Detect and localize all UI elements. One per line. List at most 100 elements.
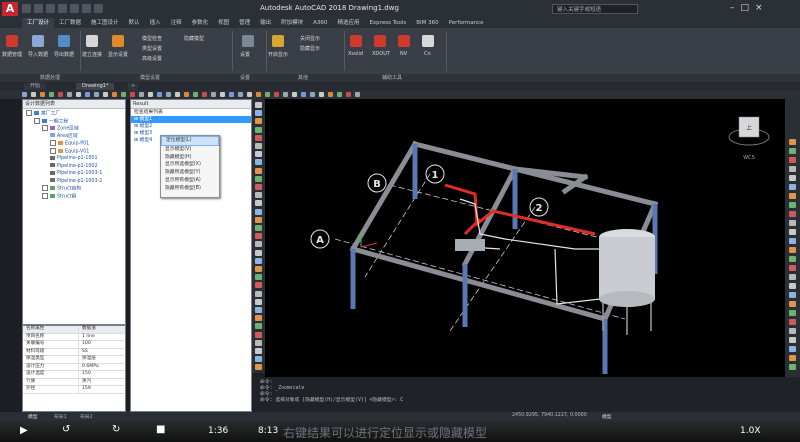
tool-icon[interactable] xyxy=(255,208,262,215)
nav-tool-icon[interactable] xyxy=(789,274,796,280)
tool-icon[interactable] xyxy=(255,233,262,240)
context-menu-item[interactable]: 显示所选模型(X) xyxy=(161,161,219,169)
ribbon-tab[interactable]: BIM 360 xyxy=(411,18,443,28)
props-row[interactable]: 材料等级 SS xyxy=(23,348,125,356)
toolbar-tool-icon[interactable] xyxy=(157,92,162,97)
tool-icon[interactable] xyxy=(255,315,262,322)
tree-item[interactable]: Struct钢 xyxy=(23,192,125,201)
props-row[interactable]: 项目名称 1 line xyxy=(23,333,125,341)
toolbar-tool-icon[interactable] xyxy=(256,92,261,97)
toolbar-tool-icon[interactable] xyxy=(139,92,144,97)
tool-icon[interactable] xyxy=(255,249,262,256)
saveas-icon[interactable] xyxy=(58,4,67,13)
nav-tool-icon[interactable] xyxy=(789,247,796,253)
nav-tool-icon[interactable] xyxy=(789,229,796,235)
layout-tab-2[interactable]: 布局2 xyxy=(80,413,93,420)
nav-tool-icon[interactable] xyxy=(789,157,796,163)
toolbar-tool-icon[interactable] xyxy=(49,92,54,97)
nav-tool-icon[interactable] xyxy=(789,265,796,271)
nav-tool-icon[interactable] xyxy=(789,301,796,307)
new-icon[interactable] xyxy=(22,4,31,13)
import-label[interactable]: 导入数据 xyxy=(28,51,48,58)
tool-icon[interactable] xyxy=(255,102,262,108)
tool-icon[interactable] xyxy=(255,266,262,272)
xsolid-icon[interactable] xyxy=(350,35,362,47)
autocad-logo-icon[interactable]: A xyxy=(2,2,18,16)
nav-tool-icon[interactable] xyxy=(789,139,796,145)
props-row[interactable]: 关联编号 100 xyxy=(23,341,125,349)
tool-icon[interactable] xyxy=(255,159,262,166)
model-viewport[interactable]: A B 1 2 上 WCS xyxy=(265,99,785,377)
expand-toggle-icon[interactable] xyxy=(50,140,56,146)
show-off-button[interactable]: 关闭显示 xyxy=(300,35,320,42)
playback-speed[interactable]: 1.0X xyxy=(740,426,760,436)
play-icon[interactable]: ▶ xyxy=(20,425,28,436)
ribbon-tab[interactable]: 精选应用 xyxy=(332,18,364,28)
search-input[interactable]: 键入关键字或短语 xyxy=(552,4,638,14)
xdout-label[interactable]: XDOUT xyxy=(372,51,390,57)
file-tab-start[interactable]: 开始 xyxy=(24,83,47,90)
prop-value[interactable]: 保温层 xyxy=(79,356,96,363)
nav-tool-icon[interactable] xyxy=(789,364,796,370)
prop-value[interactable]: 150 xyxy=(79,371,91,378)
volume-icon[interactable]: ■ xyxy=(156,424,165,435)
nav-tool-icon[interactable] xyxy=(789,319,796,325)
tool-icon[interactable] xyxy=(255,364,262,371)
nav-tool-icon[interactable] xyxy=(789,238,796,244)
maximize-icon[interactable]: □ xyxy=(741,3,750,13)
nav-tool-icon[interactable] xyxy=(789,355,796,361)
data-manage-label[interactable]: 数据管理 xyxy=(2,51,22,58)
tool-icon[interactable] xyxy=(255,339,262,346)
toolbar-tool-icon[interactable] xyxy=(355,92,360,97)
model-check-button[interactable]: 模型检查 xyxy=(142,35,162,42)
toolbar-tool-icon[interactable] xyxy=(211,92,216,97)
props-row[interactable]: 设计压力 0.6MPa xyxy=(23,363,125,371)
tool-icon[interactable] xyxy=(255,348,262,354)
tool-icon[interactable] xyxy=(255,200,262,207)
ribbon-tab[interactable]: 注释 xyxy=(166,18,187,28)
toolbar-tool-icon[interactable] xyxy=(31,92,36,97)
context-menu-item[interactable]: 隐藏模型(H) xyxy=(161,154,219,162)
toolbar-tool-icon[interactable] xyxy=(22,92,27,97)
nav-tool-icon[interactable] xyxy=(789,211,796,217)
tool-icon[interactable] xyxy=(255,298,262,305)
rewind-icon[interactable]: ↺ xyxy=(62,424,70,435)
tree-item[interactable]: Struct结构 xyxy=(23,185,125,193)
xdout-icon[interactable] xyxy=(374,35,386,47)
layout-tab-model[interactable]: 模型 xyxy=(28,413,38,420)
prop-value[interactable]: 1 line xyxy=(79,334,95,341)
tree-item[interactable]: Equip-P01 xyxy=(23,140,125,148)
toolbar-tool-icon[interactable] xyxy=(328,92,333,97)
toolbar-tool-icon[interactable] xyxy=(58,92,63,97)
tool-icon[interactable] xyxy=(255,134,262,141)
settings-label[interactable]: 设置 xyxy=(240,51,250,58)
toolbar-tool-icon[interactable] xyxy=(220,92,225,97)
redo-icon[interactable] xyxy=(94,4,103,13)
result-item[interactable]: ⊞ 模型1 xyxy=(131,116,251,123)
toolbar-tool-icon[interactable] xyxy=(148,92,153,97)
hide-model-button[interactable]: 隐藏模型 xyxy=(184,35,204,42)
export-label[interactable]: 导出数据 xyxy=(54,51,74,58)
toolbar-tool-icon[interactable] xyxy=(103,92,108,97)
ribbon-tab[interactable]: 工厂数据 xyxy=(54,18,86,28)
tool-icon[interactable] xyxy=(255,151,262,158)
viewcube[interactable]: 上 WCS xyxy=(728,116,770,161)
prop-value[interactable]: SS xyxy=(79,349,88,356)
toolbar-tool-icon[interactable] xyxy=(346,92,351,97)
toolbar-tool-icon[interactable] xyxy=(202,92,207,97)
context-menu-item[interactable]: 显示所有模型(A) xyxy=(161,177,219,185)
toolbar-tool-icon[interactable] xyxy=(310,92,315,97)
tool-icon[interactable] xyxy=(255,282,262,289)
toolbar-tool-icon[interactable] xyxy=(229,92,234,97)
props-row[interactable]: 外径 159 xyxy=(23,386,125,394)
toolbar-tool-icon[interactable] xyxy=(337,92,342,97)
expand-toggle-icon[interactable] xyxy=(26,110,32,116)
tool-icon[interactable] xyxy=(255,184,262,190)
minimize-icon[interactable]: – xyxy=(730,3,735,13)
xsolid-label[interactable]: Xsolid xyxy=(348,51,363,57)
context-menu-item[interactable]: 定位模型(L) xyxy=(161,136,219,146)
export-icon[interactable] xyxy=(58,35,70,47)
expand-toggle-icon[interactable] xyxy=(42,125,48,131)
nav-tool-icon[interactable] xyxy=(789,148,796,154)
nav-tool-icon[interactable] xyxy=(789,328,796,334)
